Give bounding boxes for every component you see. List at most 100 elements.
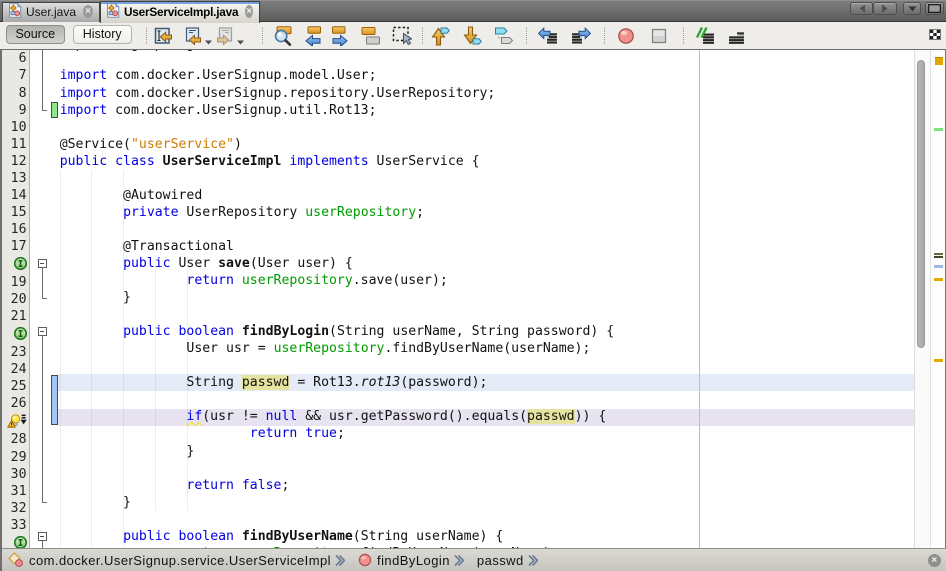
stop-macro-button[interactable] [648,25,669,46]
code-line-29[interactable]: } [60,443,615,460]
code-line-19[interactable]: return userRepository.save(user); [60,272,615,289]
breadcrumb-chevron-icon[interactable] [454,554,464,567]
line-number[interactable]: 13 [0,170,27,187]
line-number[interactable]: 32 [0,500,27,517]
line-number[interactable]: 10 [0,119,27,136]
code-line-13[interactable] [60,170,615,187]
rectangular-selection-button[interactable] [391,25,412,46]
forward-button[interactable] [214,25,235,46]
scrollbar-thumb[interactable] [917,60,926,348]
code-line-26[interactable] [60,391,615,408]
code-line-21[interactable] [60,306,615,323]
line-number[interactable]: 7 [0,67,27,84]
code-line-15[interactable]: private UserRepository userRepository; [60,204,615,221]
scroll-tabs-right-button[interactable] [873,2,897,15]
code-line-10[interactable] [60,119,615,136]
forward-dropdown-icon[interactable] [237,32,244,50]
error-stripe[interactable] [930,50,945,548]
hint-bulb-warning-icon[interactable] [0,414,27,431]
line-number[interactable]: 6 [0,50,27,67]
shift-line-right-button[interactable] [570,25,591,46]
breadcrumb-item[interactable]: passwd [477,553,524,568]
line-number[interactable]: 16 [0,221,27,238]
line-number[interactable]: 30 [0,466,27,483]
tab-user-java[interactable]: User.java× [2,2,100,22]
line-number[interactable]: 21 [0,308,27,325]
find-previous-occurrence-button[interactable] [301,25,322,46]
code-line-35[interactable]: return userRepository.findByUserName(use… [60,545,615,548]
implements-method-icon[interactable] [0,536,27,548]
toggle-highlight-search-button[interactable] [360,25,381,46]
uncomment-button[interactable] [724,25,745,46]
error-stripe-mark[interactable] [934,256,943,258]
jump-last-edit-button[interactable] [152,25,173,46]
error-stripe-mark[interactable] [934,253,943,255]
toggle-bookmark-button[interactable] [493,25,514,46]
code-line-31[interactable]: return false; [60,477,615,494]
line-number[interactable]: 15 [0,204,27,221]
line-number[interactable]: 9 [0,102,27,119]
code-line-11[interactable]: @Service("userService") [60,136,615,153]
line-number-gutter[interactable]: 6789101112131415161719202123242526282930… [0,50,27,548]
code-line-9[interactable]: import com.docker.UserSignup.util.Rot13; [60,102,615,119]
code-line-23[interactable]: User usr = userRepository.findByUserName… [60,340,615,357]
code-line-7[interactable]: import com.docker.UserSignup.model.User; [60,67,615,84]
error-stripe-mark[interactable] [934,278,943,281]
code-line-34[interactable]: public boolean findByUserName(String use… [60,528,615,545]
fold-toggle-line-34[interactable] [38,532,47,541]
find-selection-button[interactable] [272,25,293,46]
code-line-32[interactable]: } [60,494,615,511]
code-line-33[interactable] [60,511,615,528]
code-line-25[interactable]: String passwd = Rot13.rot13(password); [60,374,615,391]
code-line-28[interactable]: return true; [60,425,615,442]
line-number[interactable]: 29 [0,449,27,466]
code-line-22[interactable]: public boolean findByLogin(String userNa… [60,323,615,340]
error-stripe-mark[interactable] [934,265,943,268]
code-line-24[interactable] [60,357,615,374]
code-line-20[interactable]: } [60,289,615,306]
source-view-button[interactable]: Source [6,25,66,44]
line-number[interactable]: 8 [0,85,27,102]
code-line-18[interactable]: public User save(User user) { [60,255,615,272]
tab-close-icon[interactable]: × [83,5,93,18]
line-number[interactable]: 11 [0,136,27,153]
code-line-27[interactable]: if(usr != null && usr.getPassword().equa… [60,408,615,425]
line-number[interactable]: 14 [0,187,27,204]
breadcrumb-close-icon[interactable]: × [928,554,941,567]
error-stripe-mark[interactable] [934,359,943,362]
code-line-14[interactable]: @Autowired [60,187,615,204]
code-line-30[interactable] [60,460,615,477]
line-number[interactable]: 17 [0,238,27,255]
back-button[interactable] [182,25,203,46]
code-line-17[interactable]: @Transactional [60,238,615,255]
find-next-occurrence-button[interactable] [330,25,351,46]
code-line-16[interactable] [60,221,615,238]
line-number[interactable]: 24 [0,361,27,378]
fold-toggle-line-18[interactable] [38,259,47,268]
comment-button[interactable] [694,25,715,46]
record-macro-button[interactable] [615,25,636,46]
breadcrumb-item[interactable]: com.docker.UserSignup.service.UserServic… [8,552,331,568]
code-line-6[interactable] [60,50,615,67]
implements-method-icon[interactable] [0,257,27,274]
back-dropdown-icon[interactable] [205,32,212,50]
line-number[interactable]: 19 [0,274,27,291]
history-view-button[interactable]: History [73,25,132,44]
breadcrumb-item[interactable]: findByLogin [358,553,450,568]
line-number[interactable]: 33 [0,517,27,534]
maximize-window-button[interactable] [925,2,944,15]
line-number[interactable]: 25 [0,378,27,395]
line-number[interactable]: 28 [0,431,27,448]
implements-method-icon[interactable] [0,327,27,344]
error-stripe-status-square[interactable] [935,57,944,65]
split-document-button[interactable] [929,29,941,40]
scroll-tabs-left-button[interactable] [850,2,873,15]
shift-line-left-button[interactable] [537,25,558,46]
line-number[interactable]: 12 [0,153,27,170]
breadcrumb-chevron-icon[interactable] [335,554,345,567]
fold-toggle-line-22[interactable] [38,327,47,336]
line-number[interactable]: 20 [0,291,27,308]
line-number[interactable]: 31 [0,483,27,500]
tab-list-dropdown-button[interactable] [903,2,921,15]
code-editor[interactable]: 6789101112131415161719202123242526282930… [0,50,946,548]
